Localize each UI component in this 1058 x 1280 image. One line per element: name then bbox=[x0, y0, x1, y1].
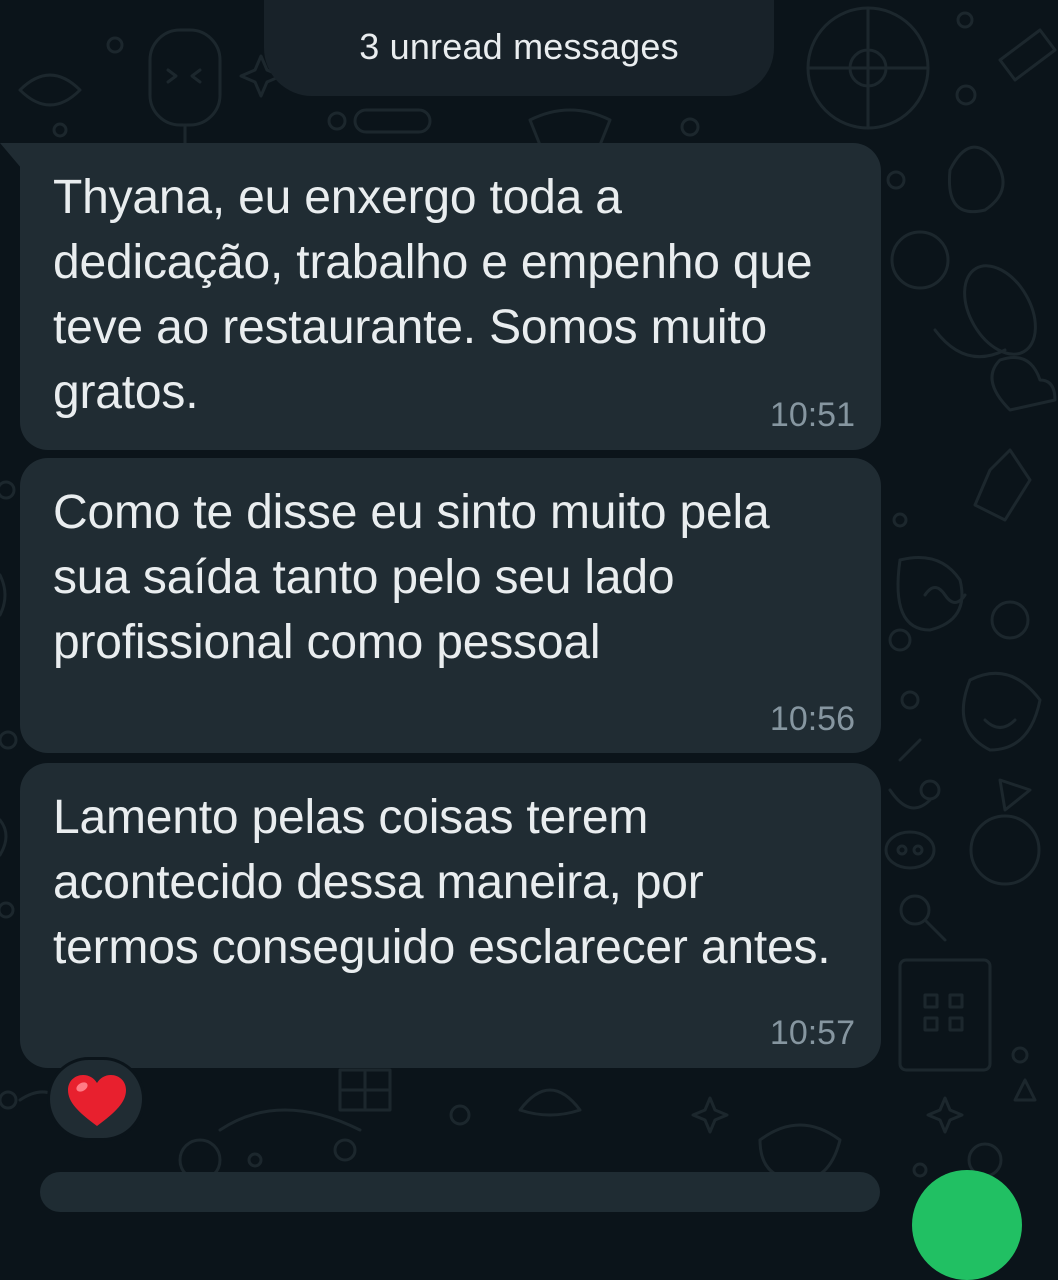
message-input-bar[interactable] bbox=[40, 1172, 880, 1212]
message-timestamp: 10:57 bbox=[769, 1014, 855, 1052]
unread-messages-banner: 3 unread messages bbox=[264, 0, 774, 96]
red-heart-icon bbox=[68, 1075, 126, 1126]
message-text: Lamento pelas coisas terem acontecido de… bbox=[53, 791, 831, 974]
send-button[interactable] bbox=[912, 1170, 1022, 1280]
message-text: Como te disse eu sinto muito pela sua sa… bbox=[53, 486, 770, 669]
message-text: Thyana, eu enxergo toda a dedicação, tra… bbox=[53, 171, 813, 419]
message-timestamp: 10:51 bbox=[769, 396, 855, 434]
message-timestamp: 10:56 bbox=[769, 700, 855, 738]
unread-messages-label: 3 unread messages bbox=[359, 26, 679, 67]
message-bubble[interactable]: Thyana, eu enxergo toda a dedicação, tra… bbox=[20, 143, 881, 450]
message-bubble[interactable]: Como te disse eu sinto muito pela sua sa… bbox=[20, 458, 881, 753]
message-bubble[interactable]: Lamento pelas coisas terem acontecido de… bbox=[20, 763, 881, 1068]
message-reaction[interactable] bbox=[47, 1057, 145, 1141]
bubble-tail bbox=[0, 143, 22, 169]
